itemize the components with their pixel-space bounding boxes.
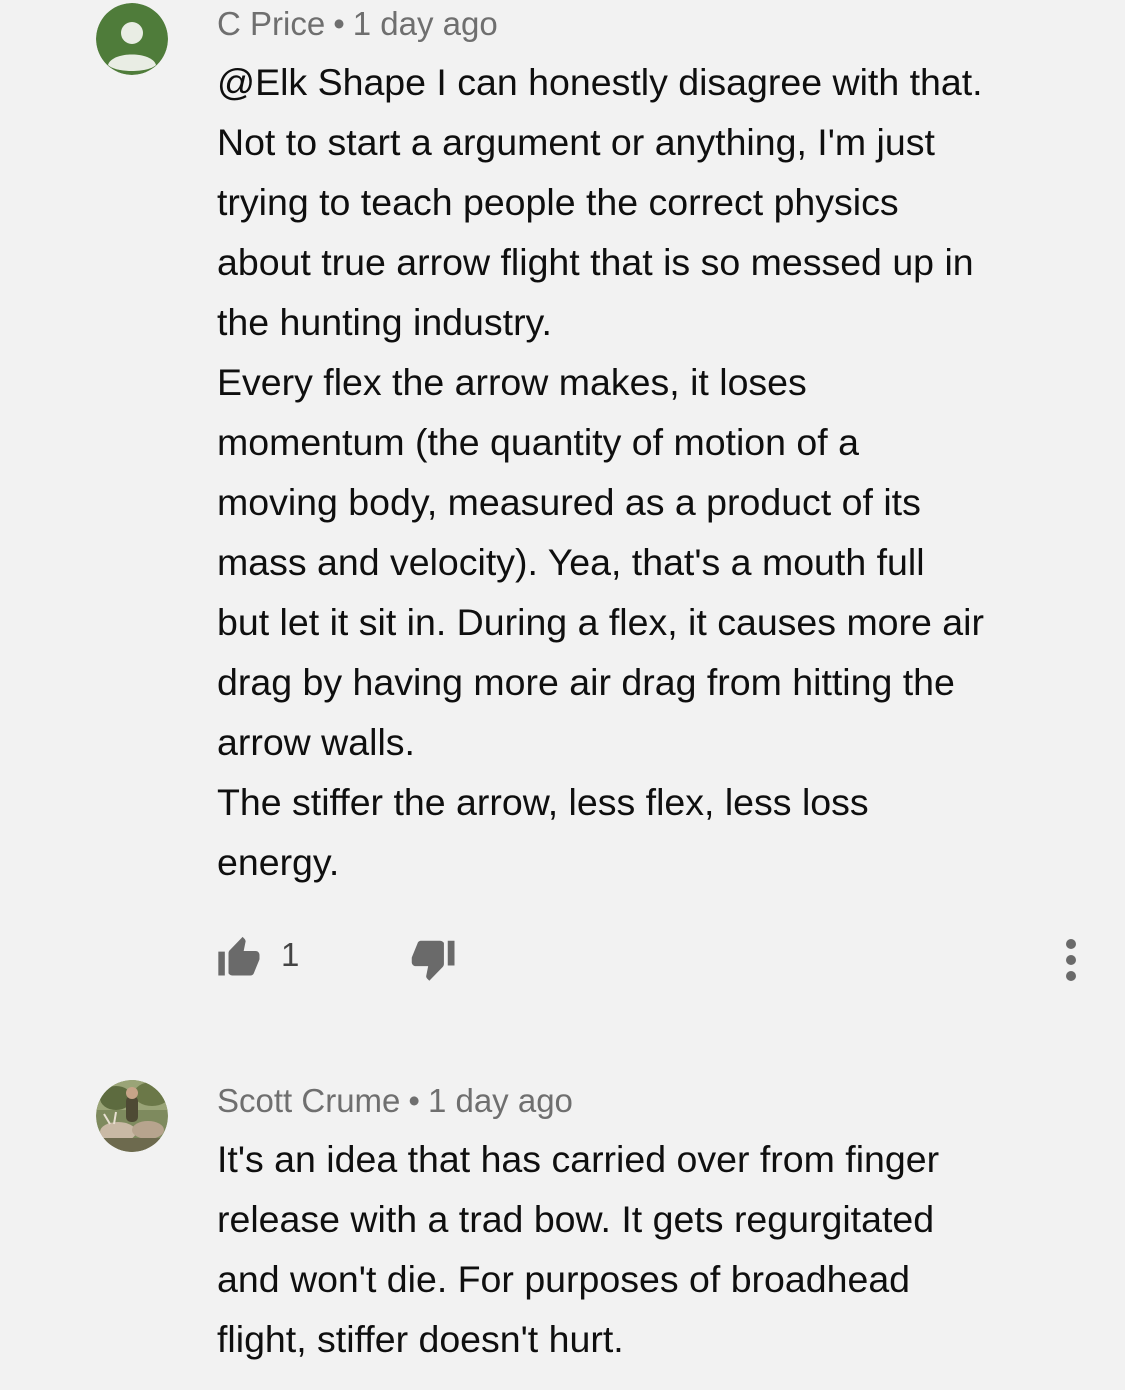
comment-actions: 1 <box>0 930 1125 990</box>
like-count: 1 <box>281 936 300 973</box>
dislike-button[interactable] <box>405 934 459 988</box>
comments-screen: C Price • 1 day ago @Elk Shape I can hones… <box>0 0 1125 1390</box>
comment-line: @Elk Shape I can honestly disagree with … <box>217 61 983 103</box>
comment-line: The stiffer the arrow, less flex, less l… <box>217 781 869 823</box>
comment-line: and won't die. For purposes of broadhead <box>217 1258 911 1300</box>
comment-line: moving body, measured as a product of it… <box>217 481 921 523</box>
author-name[interactable]: C Price <box>217 5 325 42</box>
more-options-button[interactable] <box>1050 930 1092 990</box>
comment-line: It's an idea that has carried over from … <box>217 1138 940 1180</box>
comment-line: drag by having more air drag from hittin… <box>217 661 955 703</box>
comment-text: It's an idea that has carried over from … <box>217 1129 1097 1369</box>
meta-separator: • <box>408 1082 420 1119</box>
comment-line: mass and velocity). Yea, that's a mouth … <box>217 541 925 583</box>
comment-line: release with a trad bow. It gets regurgi… <box>217 1198 935 1240</box>
comment-line: Not to start a argument or anything, I'm… <box>217 121 935 163</box>
comment-line: the hunting industry. <box>217 301 552 343</box>
meta-separator: • <box>333 5 345 42</box>
user-photo-avatar <box>96 1080 168 1152</box>
comment-line: trying to teach people the correct physi… <box>217 181 899 223</box>
avatar[interactable] <box>96 3 168 75</box>
comment-text: @Elk Shape I can honestly disagree with … <box>217 52 1097 892</box>
comment-line: flight, stiffer doesn't hurt. <box>217 1318 624 1360</box>
comment-meta: Scott Crume • 1 day ago <box>217 1081 573 1121</box>
comment-meta: C Price • 1 day ago <box>217 4 498 44</box>
like-button[interactable] <box>214 930 266 982</box>
comment-line: momentum (the quantity of motion of a <box>217 421 859 463</box>
comment-scott-crume: Scott Crume • 1 day ago It's an idea that … <box>0 1060 1125 1390</box>
thumbs-down-icon <box>411 940 455 981</box>
thumbs-up-icon <box>218 936 260 976</box>
comment-time: 1 day ago <box>427 1082 573 1119</box>
more-vert-icon <box>1066 939 1076 981</box>
comment-line: about true arrow flight that is so messe… <box>217 241 974 283</box>
comment-c-price: C Price • 1 day ago @Elk Shape I can hones… <box>0 0 1125 1040</box>
default-avatar-icon <box>96 3 168 75</box>
comment-time: 1 day ago <box>352 5 498 42</box>
author-name[interactable]: Scott Crume <box>217 1082 400 1119</box>
comment-line: energy. <box>217 841 340 883</box>
avatar[interactable] <box>96 1080 168 1152</box>
comment-line: but let it sit in. During a flex, it cau… <box>217 601 984 643</box>
comment-line: arrow walls. <box>217 721 415 763</box>
comment-line: Every flex the arrow makes, it loses <box>217 361 807 403</box>
